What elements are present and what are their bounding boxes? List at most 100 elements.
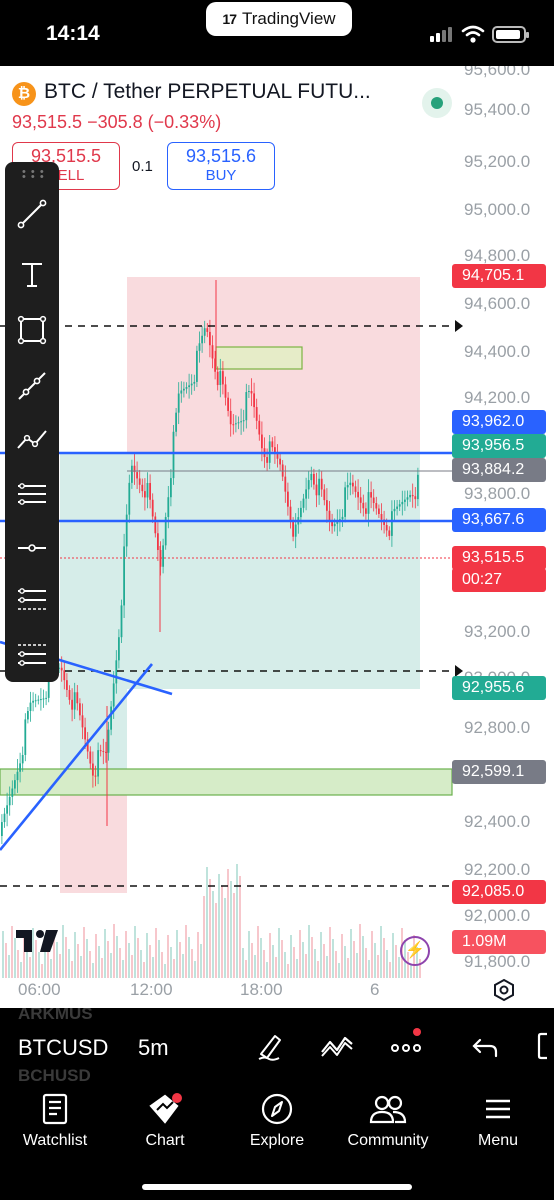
nav-watchlist[interactable]: Watchlist [14,1088,96,1150]
explore-icon [261,1093,293,1125]
candle-body [92,763,94,776]
candle-body [131,465,133,483]
long-target-zone [60,453,127,773]
text-icon[interactable] [14,256,50,292]
volume-bar [287,964,289,978]
path-icon[interactable] [14,422,50,458]
volume-bar [215,903,217,978]
candle-body [206,328,209,332]
candle-body [1,822,3,836]
home-indicator[interactable] [142,1184,412,1190]
nav-explore[interactable]: Explore [236,1088,318,1150]
candle-body [27,711,29,720]
time-axis-label: 12:00 [130,980,173,999]
price-tag: 93,884.2 [452,458,546,482]
app-pill[interactable]: 17 TradingView [206,2,352,36]
volume-bar [221,886,223,978]
candle-body [40,699,42,701]
volume-bar [71,961,73,978]
nav-menu[interactable]: Menu [460,1088,536,1150]
candle-body [310,473,313,481]
volume-bar [269,933,271,978]
chart-pane[interactable]: 95,600.0 95,400.0 95,200.0 95,000.0 94,800.0… [0,66,554,1008]
fullscreen-icon[interactable] [535,1030,554,1062]
candle-body [305,489,307,499]
nav-chart[interactable]: Chart [124,1088,206,1150]
volume-bar [326,956,328,978]
candle-body [388,530,391,536]
price-tag: 93,515.5 [452,546,546,570]
price-tag: 94,705.1 [452,264,546,288]
chart-icon [149,1093,182,1124]
candle-body [102,751,105,753]
candle-body [94,775,97,777]
candle-body [68,690,71,700]
volume-bar [347,958,349,978]
candle-body [219,371,222,386]
volume-bar [41,964,43,978]
short-position-icon[interactable] [14,636,50,672]
chart-settings-icon[interactable] [492,978,516,1002]
toolbar-grip-icon[interactable]: • • • • • • [22,167,45,183]
interval-selector[interactable]: 5m [138,1035,169,1061]
candle-body [185,387,188,389]
buy-button[interactable]: 93,515.6 BUY [167,142,275,190]
candle-body [97,750,99,777]
volume-bar [185,925,187,978]
candle-body [245,392,248,421]
next-symbol[interactable]: BCHUSD [18,1066,91,1086]
price-axis-label: 94,600.0 [464,294,531,313]
time-axis-label: 06:00 [18,980,61,999]
candle-body [154,516,157,534]
candle-body [66,680,68,690]
candle-body [110,706,112,730]
price-axis-label: 94,200.0 [464,388,531,407]
candle-body [188,385,190,388]
horizontal-ray-icon[interactable] [14,530,50,566]
price-axis-label: 95,400.0 [464,100,531,119]
volume-bar [296,959,298,978]
candle-body [201,335,203,344]
nav-community[interactable]: Community [338,1088,438,1150]
drawing-toolbar[interactable]: • • • • • • [5,162,59,682]
notification-dot [413,1028,421,1036]
candle-body [346,485,349,488]
market-status-icon[interactable] [422,88,452,118]
volume-bar [353,941,355,978]
candle-body [112,683,115,707]
prev-symbol[interactable]: ARKMUS [18,1008,93,1024]
long-position-icon[interactable] [14,582,50,618]
candle-body [352,482,354,487]
candle-body [253,393,255,408]
current-symbol[interactable]: BTCUSD [18,1035,108,1061]
trend-line-icon[interactable] [14,196,50,232]
lightning-icon[interactable]: ⚡ [400,936,430,966]
candle-body [63,670,66,681]
time-axis-label: 18:00 [240,980,283,999]
bitcoin-logo-icon: ₿ [12,82,36,106]
undo-icon[interactable] [470,1030,502,1062]
ray-icon[interactable] [14,368,50,404]
symbol-title[interactable]: BTC / Tether PERPETUAL FUTU... [44,80,371,104]
price-axis-label: 92,800.0 [464,718,531,737]
draw-pen-icon[interactable] [255,1030,287,1062]
candle-body [401,501,404,505]
candle-body [307,480,310,490]
volume-bar [191,949,193,978]
candle-body [157,533,159,550]
volume-bar [248,931,250,978]
candle-body [255,407,258,421]
order-quantity[interactable]: 0.1 [132,158,153,175]
candle-body [380,514,383,520]
volume-bar [110,953,112,978]
rectangle-icon[interactable] [14,312,50,348]
indicators-icon[interactable] [320,1030,354,1062]
volume-bar [20,962,22,978]
parallel-channel-icon[interactable] [14,476,50,512]
candle-body [84,727,86,740]
price-axis-label: 92,200.0 [464,860,531,879]
candle-body [45,697,47,699]
volume-bar [107,941,109,978]
candle-body [313,473,315,485]
price-axis-label: 92,000.0 [464,906,531,925]
